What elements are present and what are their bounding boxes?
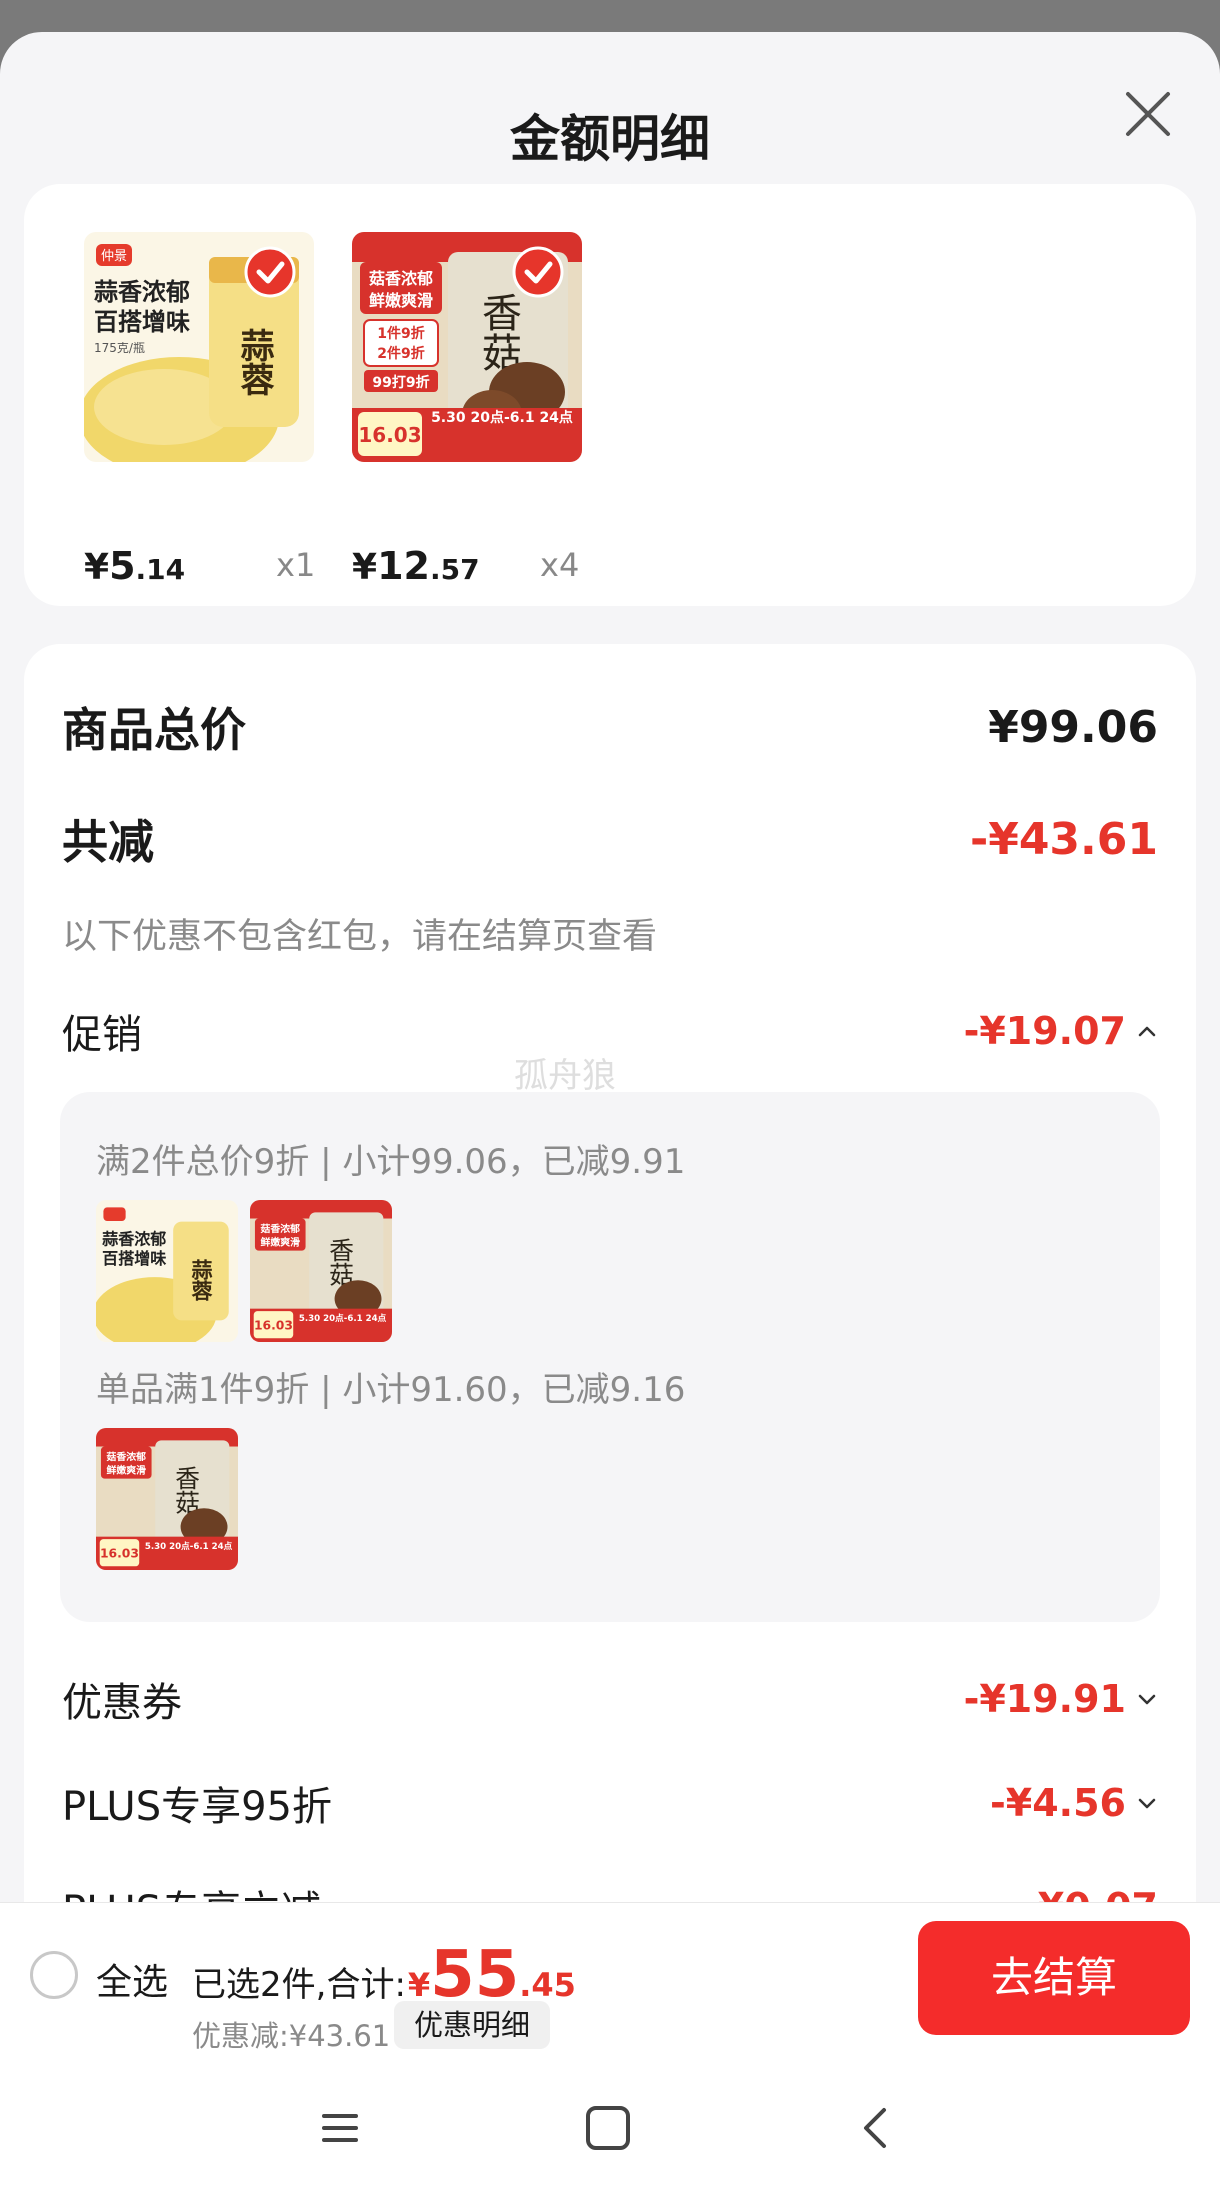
svg-text:蒜蓉: 蒜蓉 bbox=[189, 1259, 213, 1303]
amount-detail-sheet: 金额明细 仲景 蒜香浓郁 百搭增味 175克/瓶 蒜蓉 香菇 菇香浓郁 鲜嫩爽滑… bbox=[0, 32, 1220, 1904]
total-reduce-value: -¥43.61 bbox=[969, 813, 1158, 865]
select-all-radio[interactable] bbox=[30, 1951, 78, 1999]
total-reduce-label: 共减 bbox=[62, 815, 154, 869]
promo-product-thumb-mushroom: 香菇 菇香浓郁 鲜嫩爽滑 16.03 5.30 20点-6.1 24点 bbox=[250, 1200, 392, 1342]
svg-text:香菇: 香菇 bbox=[172, 1465, 201, 1515]
svg-text:1件9折: 1件9折 bbox=[377, 325, 424, 342]
menu-icon[interactable] bbox=[310, 2098, 370, 2158]
svg-text:5.30 20点-6.1 24点: 5.30 20点-6.1 24点 bbox=[299, 1312, 387, 1324]
promo-label: 促销 bbox=[62, 1012, 142, 1058]
amount-detail-card: 商品总价 ¥99.06 共减 -¥43.61 以下优惠不包含红包，请在结算页查看… bbox=[24, 644, 1196, 1904]
total-currency: ¥ bbox=[407, 1966, 431, 2004]
promo-value: -¥19.07 bbox=[963, 1009, 1126, 1053]
svg-text:菇香浓郁: 菇香浓郁 bbox=[106, 1450, 147, 1463]
coupon-row[interactable]: 优惠券 -¥19.91 bbox=[62, 1670, 1158, 1728]
sheet-title: 金额明细 bbox=[510, 110, 710, 168]
plus95-amount: -¥4.56 bbox=[990, 1781, 1158, 1825]
coupon-value: -¥19.91 bbox=[963, 1677, 1126, 1721]
svg-text:蒜香浓郁: 蒜香浓郁 bbox=[102, 1229, 166, 1248]
goods-total-value: ¥99.06 bbox=[988, 701, 1158, 753]
svg-text:16.03: 16.03 bbox=[358, 423, 421, 447]
total-reduce-row: 共减 -¥43.61 bbox=[62, 806, 1158, 872]
close-icon[interactable] bbox=[1118, 84, 1178, 144]
svg-text:2件9折: 2件9折 bbox=[377, 345, 424, 362]
svg-text:16.03: 16.03 bbox=[100, 1547, 139, 1561]
promo-detail-line-1: 满2件总价9折 | 小计99.06，已减9.91 bbox=[96, 1142, 686, 1182]
plus-reduce-row: PLUS专享立减 -¥0.07 bbox=[62, 1878, 1158, 1904]
product-image-garlic[interactable]: 仲景 蒜香浓郁 百搭增味 175克/瓶 蒜蓉 bbox=[84, 232, 314, 462]
checkout-button[interactable]: 去结算 bbox=[918, 1921, 1190, 2035]
svg-text:香菇: 香菇 bbox=[475, 292, 521, 372]
promo-product-thumb-garlic: 蒜香浓郁 百搭增味 蒜蓉 bbox=[96, 1200, 238, 1342]
goods-total-row: 商品总价 ¥99.06 bbox=[62, 694, 1158, 760]
home-icon[interactable] bbox=[578, 2098, 638, 2158]
total-dec: .45 bbox=[519, 1966, 576, 2004]
selected-products-card: 仲景 蒜香浓郁 百搭增味 175克/瓶 蒜蓉 香菇 菇香浓郁 鲜嫩爽滑 1件9折… bbox=[24, 184, 1196, 606]
watermark: 孤舟狼 bbox=[514, 1056, 616, 1096]
svg-text:鲜嫩爽滑: 鲜嫩爽滑 bbox=[107, 1464, 147, 1477]
svg-text:鲜嫩爽滑: 鲜嫩爽滑 bbox=[369, 291, 433, 310]
product-qty-1: x1 bbox=[276, 546, 316, 584]
coupon-label: 优惠券 bbox=[62, 1680, 182, 1726]
promo-details-box: 满2件总价9折 | 小计99.06，已减9.91 蒜香浓郁 百搭增味 蒜蓉 香菇… bbox=[60, 1092, 1160, 1622]
back-icon[interactable] bbox=[846, 2098, 906, 2158]
chevron-down-icon[interactable] bbox=[1136, 1792, 1158, 1814]
svg-text:菇香浓郁: 菇香浓郁 bbox=[260, 1222, 301, 1235]
promo-amount: -¥19.07 bbox=[964, 1009, 1158, 1053]
total-summary: 已选2件,合计: ¥ 55 .45 bbox=[192, 1938, 576, 2012]
svg-text:百搭增味: 百搭增味 bbox=[102, 1249, 166, 1268]
coupon-amount: -¥19.91 bbox=[964, 1677, 1158, 1721]
product-image-text-2: 百搭增味 bbox=[94, 308, 190, 336]
svg-text:菇香浓郁: 菇香浓郁 bbox=[369, 269, 433, 288]
product-price-1: ¥5.14 bbox=[84, 544, 186, 588]
product-qty-2: x4 bbox=[540, 546, 580, 584]
discount-summary: 优惠减:¥43.61 bbox=[192, 2019, 391, 2053]
selected-count-text: 已选2件,合计: bbox=[192, 1965, 406, 2005]
plus95-row[interactable]: PLUS专享95折 -¥4.56 bbox=[62, 1774, 1158, 1832]
plus-reduce-label: PLUS专享立减 bbox=[62, 1878, 321, 1904]
product-image-text-1: 蒜香浓郁 bbox=[94, 278, 190, 306]
promo-product-thumb-mushroom-2: 香菇 菇香浓郁 鲜嫩爽滑 16.03 5.30 20点-6.1 24点 bbox=[96, 1428, 238, 1570]
select-all-label[interactable]: 全选 bbox=[96, 1953, 168, 2005]
goods-total-label: 商品总价 bbox=[62, 703, 246, 757]
total-int: 55 bbox=[430, 1938, 520, 2012]
product-image-mushroom[interactable]: 香菇 菇香浓郁 鲜嫩爽滑 1件9折 2件9折 99打9折 16.03 5.30 … bbox=[352, 232, 582, 462]
reduce-hint: 以下优惠不包含红包，请在结算页查看 bbox=[62, 917, 658, 957]
promo-detail-line-2: 单品满1件9折 | 小计91.60，已减9.16 bbox=[96, 1370, 686, 1410]
svg-text:香菇: 香菇 bbox=[326, 1237, 355, 1287]
svg-text:5.30 20点-6.1 24点: 5.30 20点-6.1 24点 bbox=[145, 1540, 233, 1552]
chevron-down-icon[interactable] bbox=[1136, 1688, 1158, 1710]
checkout-bar: 全选 已选2件,合计: ¥ 55 .45 优惠减:¥43.61 优惠明细 去结算 bbox=[0, 1902, 1220, 2053]
system-nav-bar bbox=[0, 2052, 1220, 2194]
svg-text:175克/瓶: 175克/瓶 bbox=[94, 341, 145, 355]
svg-text:5.30 20点-6.1 24点: 5.30 20点-6.1 24点 bbox=[431, 409, 573, 426]
svg-text:99打9折: 99打9折 bbox=[372, 374, 429, 391]
svg-text:鲜嫩爽滑: 鲜嫩爽滑 bbox=[261, 1236, 301, 1249]
chevron-up-icon[interactable] bbox=[1136, 1020, 1158, 1042]
product-image-badge: 蒜蓉 bbox=[234, 328, 274, 396]
svg-text:16.03: 16.03 bbox=[254, 1319, 293, 1333]
discount-detail-button[interactable]: 优惠明细 bbox=[394, 2001, 551, 2049]
plus95-label: PLUS专享95折 bbox=[62, 1784, 332, 1830]
product-price-2: ¥12.57 bbox=[352, 544, 480, 588]
svg-text:仲景: 仲景 bbox=[101, 249, 127, 264]
plus95-value: -¥4.56 bbox=[990, 1781, 1126, 1825]
